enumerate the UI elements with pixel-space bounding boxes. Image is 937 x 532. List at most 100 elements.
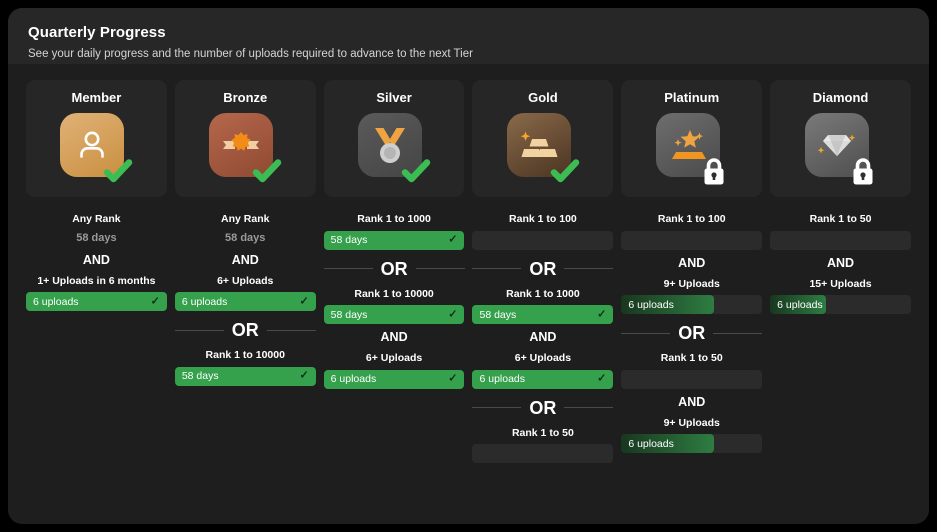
- progress-bar: 58 days✓: [324, 231, 465, 250]
- lock-icon: [847, 155, 879, 187]
- page-title: Quarterly Progress: [28, 24, 909, 41]
- progress-bar-text: 58 days: [182, 370, 219, 382]
- or-label: OR: [381, 260, 408, 278]
- requirement-label: 15+ Uploads: [770, 278, 911, 291]
- progress-bar-text: 6 uploads: [33, 296, 79, 308]
- green-check-icon: [102, 155, 134, 187]
- tier-requirements: Rank 1 to 100ORRank 1 to 100058 days✓AND…: [472, 197, 613, 463]
- and-label: AND: [175, 253, 316, 267]
- divider-line: [416, 268, 465, 269]
- progress-complete-check-icon: ✓: [597, 374, 606, 385]
- progress-bar-text: 6 uploads: [182, 296, 228, 308]
- panel-header: Quarterly Progress See your daily progre…: [8, 8, 929, 64]
- progress-bar: 58 days ✓: [175, 367, 316, 386]
- tier-header: Platinum: [621, 80, 762, 197]
- or-divider: OR: [324, 260, 465, 278]
- divider-line: [713, 333, 762, 334]
- progress-complete-check-icon: ✓: [299, 296, 308, 307]
- tier-name: Gold: [528, 90, 558, 105]
- and-label: AND: [324, 330, 465, 344]
- requirement-label: Rank 1 to 1000: [472, 288, 613, 301]
- divider-line: [564, 268, 613, 269]
- progress-bar: 6 uploads ✓: [472, 370, 613, 389]
- progress-bar: 58 days✓: [472, 305, 613, 324]
- progress-bar: 58 days✓: [324, 305, 465, 324]
- tier-card-member[interactable]: Member Any Rank58 daysAND1+ Uploads in 6…: [26, 80, 167, 311]
- progress-bar: [472, 444, 613, 463]
- tier-name: Diamond: [813, 90, 869, 105]
- progress-bar: 6 uploads: [621, 295, 762, 314]
- progress-bar: 6 uploads ✓: [324, 370, 465, 389]
- progress-bar: [621, 231, 762, 250]
- progress-complete-check-icon: ✓: [448, 374, 457, 385]
- tier-card-bronze[interactable]: Bronze Any Rank 58 days AND 6+ Uploads 6 upl…: [175, 80, 316, 386]
- green-check-icon: [251, 155, 283, 187]
- progress-complete-check-icon: ✓: [299, 371, 308, 382]
- and-label: AND: [621, 256, 762, 270]
- tier-requirements: Rank 1 to 100AND9+ Uploads6 uploadsORRan…: [621, 197, 762, 453]
- divider-line: [472, 268, 521, 269]
- tier-header: Member: [26, 80, 167, 197]
- tier-badge: [209, 113, 281, 185]
- page-subtitle: See your daily progress and the number o…: [28, 48, 909, 60]
- requirement-label: 6+ Uploads: [324, 352, 465, 365]
- progress-bar-text: 6 uploads: [628, 299, 674, 311]
- tier-requirements: Rank 1 to 100058 days✓ORRank 1 to 100005…: [324, 197, 465, 389]
- tier-card-silver[interactable]: Silver Rank 1 to 100058 days✓ORRank 1 to…: [324, 80, 465, 389]
- progress-bar: 6 uploads ✓: [26, 292, 167, 311]
- tier-name: Platinum: [664, 90, 719, 105]
- progress-complete-check-icon: ✓: [448, 309, 457, 320]
- requirement-label: Rank 1 to 1000: [324, 213, 465, 226]
- green-check-icon: [549, 155, 581, 187]
- requirement-label: 6+ Uploads: [472, 352, 613, 365]
- progress-complete-check-icon: ✓: [151, 296, 160, 307]
- and-label: AND: [26, 253, 167, 267]
- tier-badge: [507, 113, 579, 185]
- or-divider: OR: [175, 321, 316, 339]
- tier-badge: [805, 113, 877, 185]
- or-divider: OR: [621, 324, 762, 342]
- tier-card-diamond[interactable]: Diamond Rank 1 to 50AND15+ Uploads6 uplo…: [770, 80, 911, 314]
- progress-bar: 6 uploads: [621, 434, 762, 453]
- lock-icon: [698, 155, 730, 187]
- progress-bar-text: 6 uploads: [479, 373, 525, 385]
- divider-line: [564, 407, 613, 408]
- requirement-label: Rank 1 to 100: [472, 213, 613, 226]
- tier-badge: [656, 113, 728, 185]
- requirement-label: Any Rank: [175, 213, 316, 226]
- progress-bar-text: 6 uploads: [777, 299, 823, 311]
- tier-header: Gold: [472, 80, 613, 197]
- progress-bar: [621, 370, 762, 389]
- progress-bar-text: 6 uploads: [331, 373, 377, 385]
- requirement-label: 9+ Uploads: [621, 417, 762, 430]
- tier-name: Bronze: [223, 90, 267, 105]
- divider-line: [175, 330, 224, 331]
- tier-name: Silver: [376, 90, 411, 105]
- requirement-label: 9+ Uploads: [621, 278, 762, 291]
- tier-badge: [358, 113, 430, 185]
- tier-requirements: Rank 1 to 50AND15+ Uploads6 uploads: [770, 197, 911, 314]
- or-divider: OR: [472, 399, 613, 417]
- progress-bar-text: 6 uploads: [628, 438, 674, 450]
- requirement-label: 6+ Uploads: [175, 275, 316, 288]
- requirement-label: Rank 1 to 50: [621, 352, 762, 365]
- tier-header: Silver: [324, 80, 465, 197]
- progress-bar: 6 uploads ✓: [175, 292, 316, 311]
- tier-name: Member: [71, 90, 121, 105]
- or-label: OR: [678, 324, 705, 342]
- and-label: AND: [770, 256, 911, 270]
- tier-card-gold[interactable]: Gold Rank 1 to 100 OR Rank 1 to 1000 58 day…: [472, 80, 613, 463]
- progress-bar-text: 58 days: [331, 234, 368, 246]
- divider-line: [267, 330, 316, 331]
- or-label: OR: [529, 399, 556, 417]
- and-label: AND: [621, 395, 762, 409]
- quarterly-progress-panel: Quarterly Progress See your daily progre…: [8, 8, 929, 524]
- tier-card-platinum[interactable]: Platinum Rank 1 to 100AND9+ Uploads6 upl…: [621, 80, 762, 453]
- or-label: OR: [232, 321, 259, 339]
- requirement-label: 1+ Uploads in 6 months: [26, 275, 167, 288]
- progress-bar: 6 uploads: [770, 295, 911, 314]
- progress-complete-check-icon: ✓: [597, 309, 606, 320]
- green-check-icon: [400, 155, 432, 187]
- requirement-label: Any Rank: [26, 213, 167, 226]
- tier-header: Diamond: [770, 80, 911, 197]
